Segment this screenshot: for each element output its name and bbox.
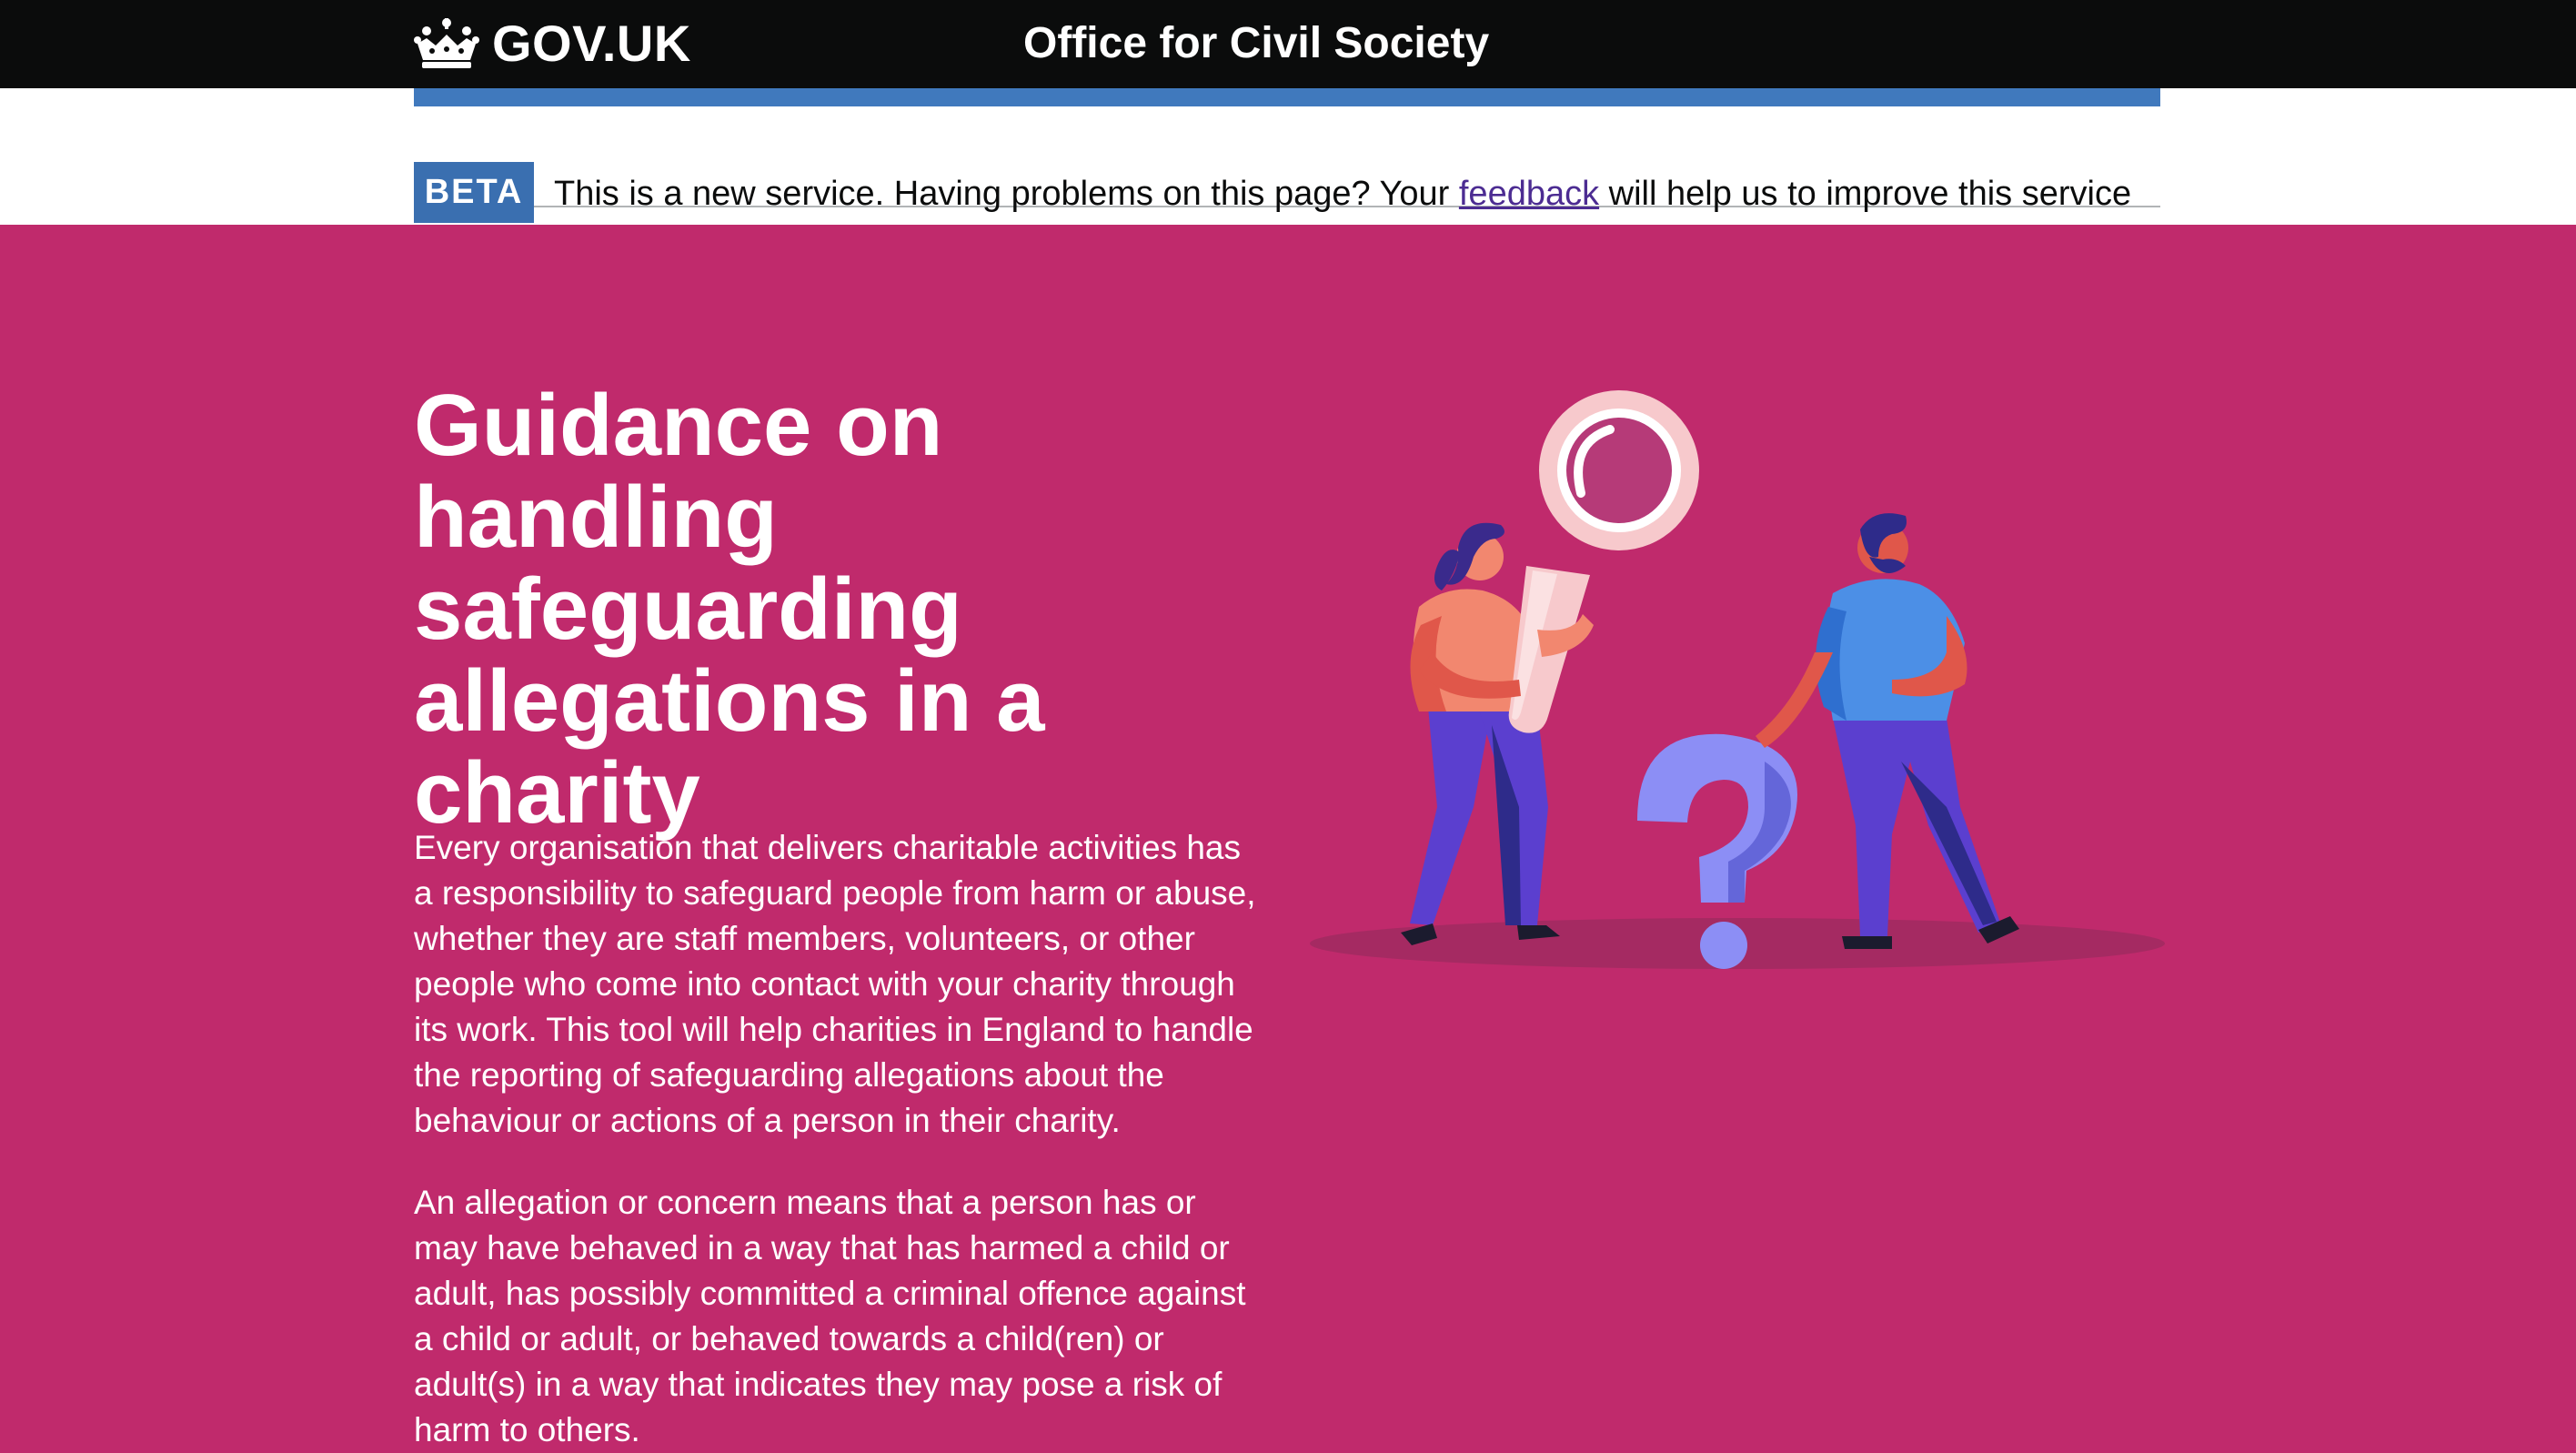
- site-header: GOV.UK Office for Civil Society: [0, 0, 2576, 88]
- beta-tag: BETA: [414, 162, 534, 223]
- phase-banner: BETA This is a new service. Having probl…: [414, 125, 2160, 223]
- service-name-link[interactable]: Office for Civil Society: [1023, 16, 1489, 71]
- govuk-logo-text: GOV.UK: [492, 14, 691, 72]
- crown-icon: [414, 18, 479, 68]
- page-title: Guidance on handling safeguarding allega…: [414, 377, 1045, 842]
- govuk-logo-link[interactable]: GOV.UK: [414, 13, 691, 73]
- banner-text-after: will help us to improve this service: [1599, 175, 2132, 213]
- hero-section: Guidance on handling safeguarding allega…: [0, 225, 2576, 1448]
- banner-text-before: This is a new service. Having problems o…: [554, 175, 1459, 213]
- intro-paragraph: Every organisation that delivers charita…: [414, 829, 1256, 1139]
- phase-banner-container: BETA This is a new service. Having probl…: [0, 88, 2576, 225]
- feedback-link[interactable]: feedback: [1459, 175, 1599, 213]
- allegation-paragraph: An allegation or concern means that a pe…: [414, 1184, 1246, 1448]
- magnifying-glass-question-people-illustration: [1310, 390, 2165, 969]
- phase-banner-text: This is a new service. Having problems o…: [554, 166, 2131, 221]
- header-blue-bar: [414, 88, 2160, 106]
